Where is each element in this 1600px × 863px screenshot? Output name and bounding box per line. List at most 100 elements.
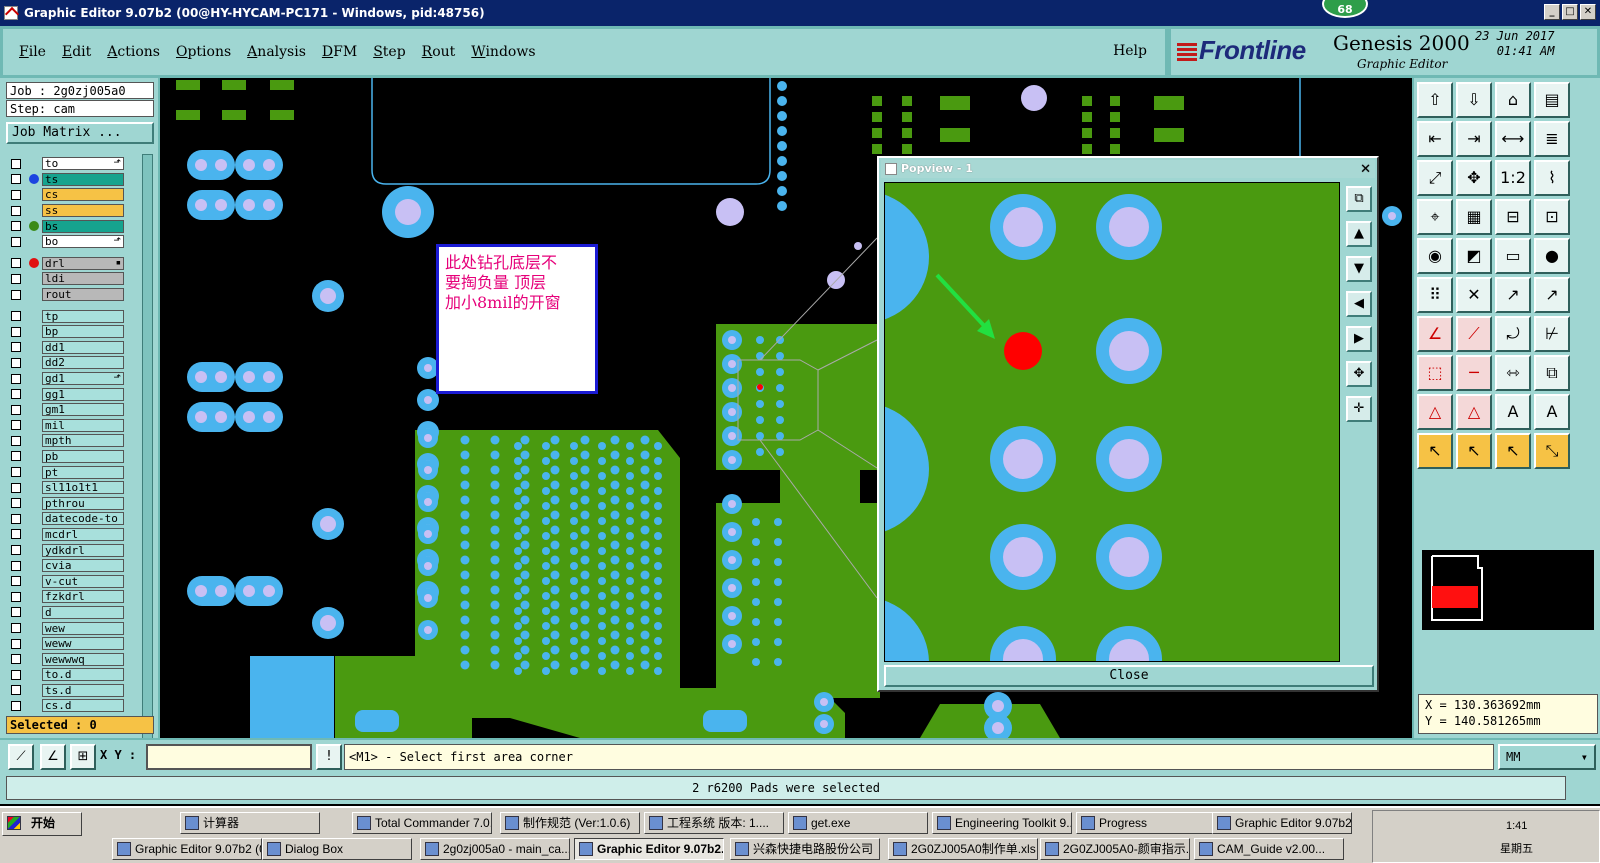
text-c-icon[interactable]: A — [1534, 394, 1570, 430]
maximize-button[interactable]: □ — [1562, 4, 1578, 20]
taskbar-button[interactable]: 2g0zj005a0 - main_ca... — [420, 838, 570, 860]
pointer-alt-icon[interactable]: ↖ — [1456, 433, 1492, 469]
layer-checkbox[interactable] — [11, 482, 21, 493]
taskbar-button[interactable]: 工程系统 版本: 1.... — [644, 812, 784, 834]
layer-row[interactable]: to ⬏ — [8, 156, 140, 172]
taskbar-button[interactable]: Engineering Toolkit 9.... — [932, 812, 1072, 834]
layer-name[interactable]: cs — [42, 188, 124, 202]
layer-name[interactable]: ss — [42, 204, 124, 218]
layer-checkbox[interactable] — [11, 404, 21, 415]
layer-checkbox[interactable] — [11, 607, 21, 618]
popview-canvas[interactable] — [884, 182, 1340, 662]
layer-name[interactable]: gg1 — [42, 387, 124, 401]
layer-name[interactable]: ts.d — [42, 683, 124, 697]
arc-icon[interactable]: ⤾ — [1495, 316, 1531, 352]
layer-name[interactable]: gm1 — [42, 403, 124, 417]
box-icon[interactable]: ⬚ — [1417, 355, 1453, 391]
menu-dfm[interactable]: DFM — [322, 44, 357, 60]
layer-checkbox[interactable] — [11, 221, 21, 232]
layer-name[interactable]: sl11o1t1 — [42, 481, 124, 495]
taskbar-button[interactable]: CAM_Guide v2.00... — [1194, 838, 1344, 860]
text-b-icon[interactable]: A — [1495, 394, 1531, 430]
layer-checkbox[interactable] — [11, 357, 21, 368]
edge-right-icon[interactable]: ⇥ — [1456, 121, 1492, 157]
layer-row[interactable]: pthrou — [8, 495, 140, 511]
minimize-button[interactable]: _ — [1544, 4, 1560, 20]
layer-checkbox[interactable] — [11, 205, 21, 216]
popview-title-bar[interactable]: Popview - 1 ✕ — [881, 160, 1375, 178]
layer-checkbox[interactable] — [11, 591, 21, 602]
menu-actions[interactable]: Actions — [107, 44, 160, 60]
layer-name[interactable]: v-cut — [42, 574, 124, 588]
layer-row[interactable]: cs — [8, 187, 140, 203]
layer-row[interactable]: ts.d — [8, 683, 140, 699]
zoom-fit-icon[interactable]: ⧉ — [1346, 186, 1372, 212]
popview-zoom[interactable] — [885, 183, 1340, 662]
taskbar-button[interactable]: Total Commander 7.0... — [352, 812, 492, 834]
layer-checkbox[interactable] — [11, 576, 21, 587]
layer-name[interactable]: cs.d — [42, 699, 124, 713]
layer-name[interactable]: d — [42, 605, 124, 619]
taskbar-button[interactable]: 计算器 — [180, 812, 320, 834]
layer-row[interactable]: weww — [8, 636, 140, 652]
layer-row[interactable]: v-cut — [8, 573, 140, 589]
pan-up-icon[interactable]: ▲ — [1346, 221, 1372, 247]
line-cut-icon[interactable]: ⟋ — [1456, 316, 1492, 352]
pan-left-icon[interactable]: ◀ — [1346, 291, 1372, 317]
move-icon[interactable]: ↗ — [1495, 277, 1531, 313]
layer-scrollbar[interactable] — [142, 154, 153, 786]
layer-row[interactable]: gm1 — [8, 402, 140, 418]
layer-checkbox[interactable] — [11, 529, 21, 540]
layer-name[interactable]: tp — [42, 309, 124, 323]
grid-icon[interactable]: ▦ — [1456, 199, 1492, 235]
taskbar-button[interactable]: 制作规范 (Ver:1.0.6) — [500, 812, 640, 834]
layer-name[interactable]: wew — [42, 621, 124, 635]
layer-row[interactable]: sl11o1t1 — [8, 480, 140, 496]
layer-name[interactable]: dd1 — [42, 340, 124, 354]
layer-checkbox[interactable] — [11, 289, 21, 300]
layer-name[interactable]: fzkdrl — [42, 590, 124, 604]
taskbar-button[interactable]: Graphic Editor 9.07b2... — [1212, 812, 1352, 834]
snap-icon[interactable]: ⟋ — [8, 744, 34, 770]
layer-name[interactable]: mcdrl — [42, 527, 124, 541]
region-icon[interactable]: ◩ — [1456, 238, 1492, 274]
angle-icon[interactable]: ∠ — [1417, 316, 1453, 352]
layer-checkbox[interactable] — [11, 700, 21, 711]
grid-icon[interactable]: ⊞ — [70, 744, 96, 770]
ratio-icon[interactable]: 1:2 — [1495, 160, 1531, 196]
menu-file[interactable]: File — [19, 44, 46, 60]
menu-help[interactable]: Help — [1113, 43, 1147, 59]
snap-blue-icon[interactable]: ⊡ — [1534, 199, 1570, 235]
menu-step[interactable]: Step — [373, 44, 405, 60]
layer-row[interactable]: bp — [8, 324, 140, 340]
layer-checkbox[interactable] — [11, 560, 21, 571]
layer-row[interactable]: gg1 — [8, 386, 140, 402]
layer-name[interactable]: gd1 ⬏ — [42, 372, 124, 386]
taskbar-button[interactable]: Dialog Box — [262, 838, 412, 860]
layer-row[interactable]: cs.d — [8, 698, 140, 714]
layer-checkbox[interactable] — [11, 435, 21, 446]
layer-checkbox[interactable] — [11, 669, 21, 680]
unit-select[interactable]: MM ▾ — [1498, 744, 1596, 770]
text-a-icon[interactable]: △ — [1456, 394, 1492, 430]
warning-icon[interactable]: ! — [316, 744, 342, 770]
layer-checkbox[interactable] — [11, 513, 21, 524]
layer-name[interactable]: ldi — [42, 272, 124, 286]
snap-red-icon[interactable]: ⊟ — [1495, 199, 1531, 235]
layer-row[interactable]: mcdrl — [8, 527, 140, 543]
layer-row[interactable]: to.d — [8, 667, 140, 683]
layer-name[interactable]: mpth — [42, 434, 124, 448]
layer-name[interactable]: bs — [42, 219, 124, 233]
cross-icon[interactable]: ⌖ — [1417, 199, 1453, 235]
triangle-icon[interactable]: △ — [1417, 394, 1453, 430]
resize-icon[interactable]: ⤡ — [1534, 433, 1570, 469]
layer-name[interactable]: bp — [42, 325, 124, 339]
layer-checkbox[interactable] — [11, 654, 21, 665]
layer-row[interactable]: ldi — [8, 271, 140, 287]
ruler-icon[interactable]: ⌇ — [1534, 160, 1570, 196]
layer-checkbox[interactable] — [11, 451, 21, 462]
layer-row[interactable]: wew — [8, 620, 140, 636]
pan-down-icon[interactable]: ▼ — [1346, 256, 1372, 282]
flip-icon[interactable]: ⊬ — [1534, 316, 1570, 352]
menu-edit[interactable]: Edit — [62, 44, 91, 60]
